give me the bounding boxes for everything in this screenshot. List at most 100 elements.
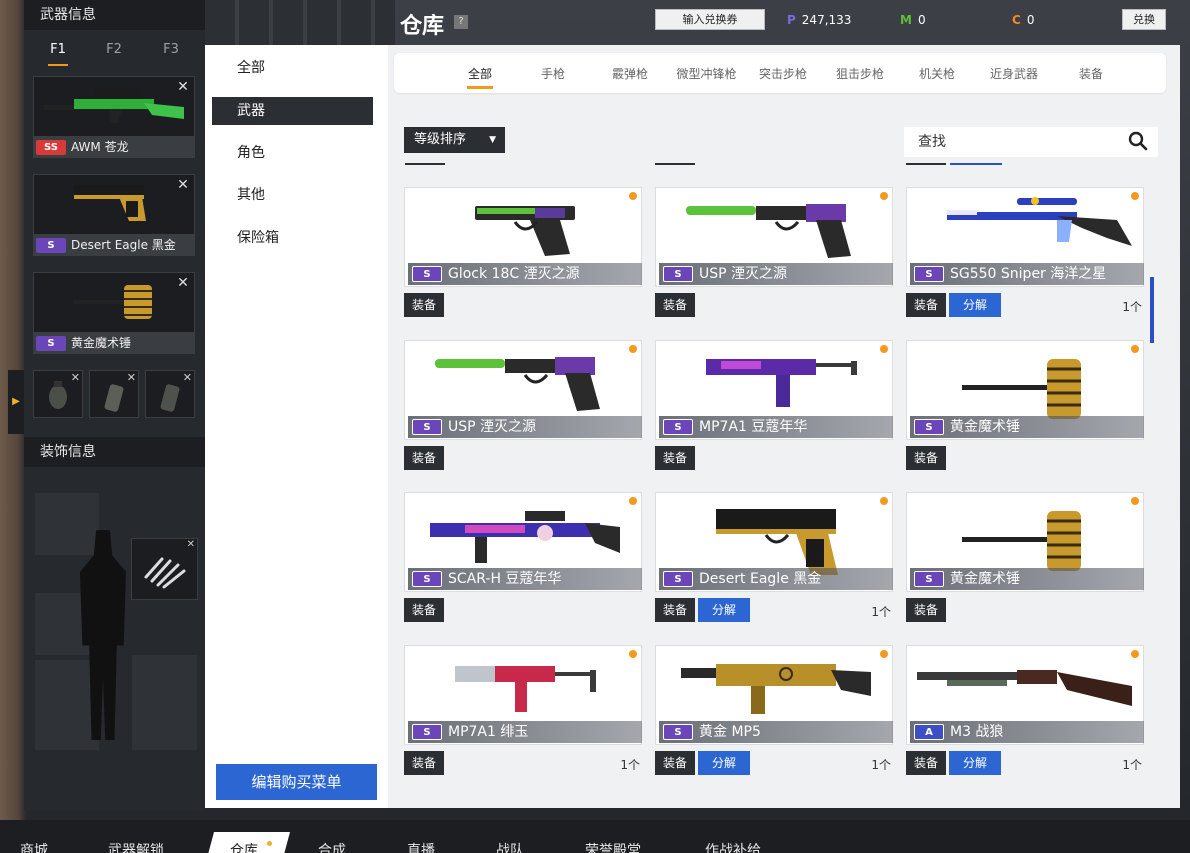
inventory-item-card[interactable]: S 黄金魔术锤装备 <box>906 492 1146 632</box>
item-image[interactable]: S MP7A1 绯玉 <box>404 645 642 745</box>
melee-weapon-slot[interactable]: ✕ <box>33 272 195 334</box>
redeem-code-button[interactable]: 输入兑换券 <box>655 9 765 30</box>
search-input[interactable]: 查找 <box>904 127 1158 157</box>
equip-button[interactable]: 装备 <box>906 293 946 317</box>
unequip-melee-icon[interactable]: ✕ <box>175 275 191 291</box>
hammer-weapon-icon <box>74 285 152 319</box>
equip-button[interactable]: 装备 <box>906 598 946 622</box>
equip-button[interactable]: 装备 <box>404 598 444 622</box>
inventory-item-card[interactable]: S USP 湮灭之源装备 <box>404 340 644 480</box>
item-name-bar: A M3 战狼 <box>910 721 1144 743</box>
decoration-slot[interactable] <box>35 493 99 555</box>
grade-a-badge: A <box>914 724 944 740</box>
decoration-slot[interactable] <box>35 660 99 750</box>
category-all[interactable]: 全部 <box>212 54 373 82</box>
unequip-grenade-icon[interactable]: ✕ <box>71 371 80 384</box>
tab-type-shotgun[interactable]: 霰弹枪 <box>595 65 665 82</box>
edit-buy-menu-button[interactable]: 编辑购买菜单 <box>216 764 377 800</box>
equip-button[interactable]: 装备 <box>404 446 444 470</box>
help-icon[interactable]: ? <box>454 15 468 29</box>
equip-button[interactable]: 装备 <box>404 751 444 775</box>
nav-hall-of-honor[interactable]: 荣誉殿堂 <box>585 840 641 853</box>
unequip-glove-icon[interactable]: ✕ <box>187 539 195 550</box>
decompose-button[interactable]: 分解 <box>949 293 1001 317</box>
inventory-item-card[interactable]: S 黄金 MP5 装备 分解 1个 <box>655 645 895 785</box>
item-image[interactable]: A M3 战狼 <box>906 645 1144 745</box>
equip-button[interactable]: 装备 <box>906 446 946 470</box>
new-item-dot <box>1131 650 1139 658</box>
tab-type-all[interactable]: 全部 <box>445 65 515 89</box>
inventory-item-card[interactable]: S MP7A1 豆蔻年华装备 <box>655 340 895 480</box>
category-safe[interactable]: 保险箱 <box>212 224 373 252</box>
equip-button[interactable]: 装备 <box>655 598 695 622</box>
nav-warehouse[interactable]: 仓库 <box>230 840 258 853</box>
item-image[interactable]: S 黄金 MP5 <box>655 645 893 745</box>
tab-type-sniper[interactable]: 狙击步枪 <box>825 65 895 82</box>
grade-s-badge: S <box>412 571 442 587</box>
unequip-secondary-icon[interactable]: ✕ <box>175 177 191 193</box>
sort-dropdown[interactable]: 等级排序 ▼ <box>404 127 505 153</box>
decompose-button[interactable]: 分解 <box>698 751 750 775</box>
grenade-slot-3[interactable]: ✕ <box>145 370 195 418</box>
tab-type-equipment[interactable]: 装备 <box>1056 65 1126 82</box>
unequip-primary-icon[interactable]: ✕ <box>175 79 191 95</box>
nav-live[interactable]: 直播 <box>407 840 435 853</box>
unequip-smoke-icon[interactable]: ✕ <box>127 371 136 384</box>
tab-type-pistol[interactable]: 手枪 <box>518 65 588 82</box>
decoration-slot[interactable] <box>132 655 197 750</box>
nav-team[interactable]: 战队 <box>496 840 524 853</box>
secondary-weapon-slot[interactable]: ✕ <box>33 174 195 236</box>
item-content: 全部 手枪 霰弹枪 微型冲锋枪 突击步枪 狙击步枪 机关枪 近身武器 装备 等级… <box>388 45 1180 808</box>
equip-button[interactable]: 装备 <box>906 751 946 775</box>
search-icon[interactable] <box>1128 131 1148 151</box>
tab-f2[interactable]: F2 <box>94 42 134 57</box>
unequip-flash-icon[interactable]: ✕ <box>183 371 192 384</box>
nav-supply[interactable]: 作战补给 <box>705 840 761 853</box>
tab-type-machine-gun[interactable]: 机关枪 <box>902 65 972 82</box>
tab-f3[interactable]: F3 <box>151 42 191 57</box>
grenade-slot-2[interactable]: ✕ <box>89 370 139 418</box>
equip-button[interactable]: 装备 <box>655 293 695 317</box>
inventory-item-card[interactable]: A M3 战狼装备 分解 1个 <box>906 645 1146 785</box>
item-image[interactable]: S SCAR-H 豆蔻年华 <box>404 492 642 592</box>
category-weapons[interactable]: 武器 <box>212 97 373 125</box>
expand-panel-icon[interactable]: ▶ <box>8 370 24 434</box>
nav-weapon-unlock[interactable]: 武器解锁 <box>108 840 164 853</box>
inventory-item-card[interactable]: S Desert Eagle 黑金 装备 分解 1个 <box>655 492 895 632</box>
glove-decoration-slot[interactable]: ✕ <box>131 538 198 600</box>
item-image[interactable]: S Desert Eagle 黑金 <box>655 492 893 592</box>
inventory-item-card[interactable]: S Glock 18C 湮灭之源装备 <box>404 187 644 327</box>
primary-weapon-slot[interactable]: ✕ <box>33 76 195 138</box>
item-image[interactable]: S MP7A1 豆蔻年华 <box>655 340 893 440</box>
item-image[interactable]: S USP 湮灭之源 <box>404 340 642 440</box>
grenade-slot-1[interactable]: ✕ <box>33 370 83 418</box>
item-image[interactable]: S Glock 18C 湮灭之源 <box>404 187 642 287</box>
item-count: 1个 <box>1122 758 1142 772</box>
item-image[interactable]: S 黄金魔术锤 <box>906 492 1144 592</box>
category-other[interactable]: 其他 <box>212 181 373 209</box>
item-name: Glock 18C 湮灭之源 <box>448 266 580 282</box>
tab-type-smg[interactable]: 微型冲锋枪 <box>659 65 754 82</box>
currency-m-icon: M <box>900 13 912 27</box>
scrollbar[interactable] <box>1150 277 1154 343</box>
tab-type-melee[interactable]: 近身武器 <box>979 65 1049 82</box>
inventory-item-card[interactable]: S 黄金魔术锤装备 <box>906 340 1146 480</box>
inventory-item-card[interactable]: S SG550 Sniper 海洋之星 装备 分解 1个 <box>906 187 1146 327</box>
equip-button[interactable]: 装备 <box>655 446 695 470</box>
decompose-button[interactable]: 分解 <box>949 751 1001 775</box>
tab-f1[interactable]: F1 <box>38 42 78 66</box>
equip-button[interactable]: 装备 <box>655 751 695 775</box>
tab-type-assault-rifle[interactable]: 突击步枪 <box>748 65 818 82</box>
nav-synthesis[interactable]: 合成 <box>318 840 346 853</box>
item-image[interactable]: S 黄金魔术锤 <box>906 340 1144 440</box>
inventory-item-card[interactable]: S MP7A1 绯玉 装备 1个 <box>404 645 644 785</box>
exchange-button[interactable]: 兑换 <box>1122 9 1166 30</box>
decompose-button[interactable]: 分解 <box>698 598 750 622</box>
equip-button[interactable]: 装备 <box>404 293 444 317</box>
inventory-item-card[interactable]: S USP 湮灭之源装备 <box>655 187 895 327</box>
nav-shop[interactable]: 商城 <box>20 840 48 853</box>
inventory-item-card[interactable]: S SCAR-H 豆蔻年华装备 <box>404 492 644 632</box>
item-image[interactable]: S USP 湮灭之源 <box>655 187 893 287</box>
item-image[interactable]: S SG550 Sniper 海洋之星 <box>906 187 1144 287</box>
category-characters[interactable]: 角色 <box>212 139 373 167</box>
